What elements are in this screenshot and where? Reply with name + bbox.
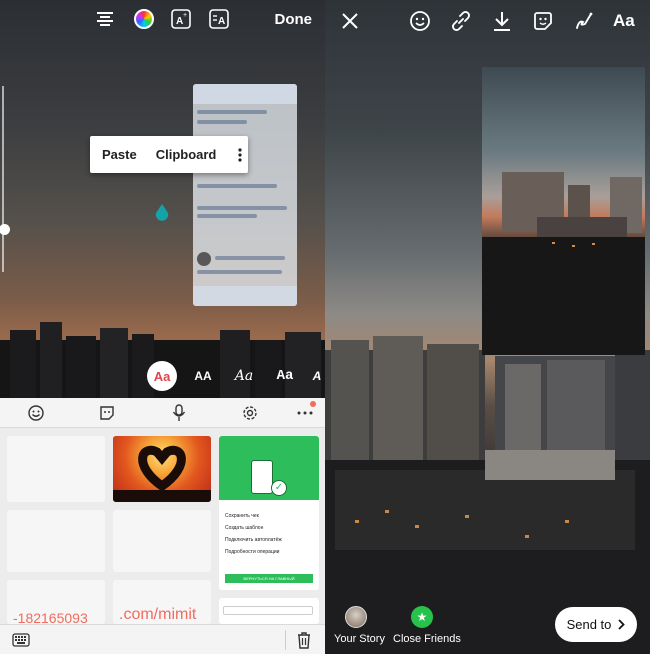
add-text-button[interactable]: Aa bbox=[613, 11, 635, 31]
svg-text:+: + bbox=[183, 12, 187, 19]
clipboard-item-text[interactable]: .com/mimit bbox=[113, 580, 211, 624]
send-to-label: Send to bbox=[566, 617, 612, 632]
sticker-face-icon[interactable] bbox=[409, 10, 431, 32]
keyboard-icon[interactable] bbox=[12, 633, 30, 647]
text-align-icon[interactable] bbox=[95, 8, 115, 30]
text-style-script[interactable]: Aa bbox=[229, 361, 259, 391]
emoji-icon[interactable] bbox=[27, 404, 45, 422]
chevron-right-icon bbox=[618, 619, 626, 630]
clipboard-item[interactable] bbox=[113, 510, 211, 572]
clipboard-item[interactable] bbox=[7, 510, 105, 572]
clipboard-item-heart-photo[interactable] bbox=[113, 436, 211, 502]
app-screenshot-text: ВЕРНУТЬСЯ НА ГЛАВНЫЙ bbox=[225, 574, 313, 583]
close-friends-label[interactable]: Close Friends bbox=[393, 633, 461, 645]
keyboard-clipboard-panel: ✓ Сохранить чек Создать шаблон Подключит… bbox=[0, 398, 325, 654]
text-cursor-handle[interactable] bbox=[155, 204, 169, 222]
keyboard-toolbar bbox=[0, 398, 325, 428]
clipboard-text: -182165093 bbox=[13, 610, 88, 624]
clipboard-item-screenshot[interactable] bbox=[219, 598, 319, 624]
app-screenshot-text: Подключить автоплатёж bbox=[225, 537, 282, 543]
text-style-selector: Aa AA Aa Aa A bbox=[147, 361, 323, 391]
photo-sticker[interactable] bbox=[482, 67, 645, 355]
draw-scribble-icon[interactable] bbox=[573, 10, 595, 32]
paste-popup-menu: Paste Clipboard bbox=[90, 136, 248, 173]
text-style-typewriter[interactable]: Aa bbox=[270, 361, 300, 391]
clipboard-menu-item[interactable]: Clipboard bbox=[156, 147, 217, 162]
text-size-slider[interactable] bbox=[2, 86, 4, 272]
sticker-icon[interactable] bbox=[532, 10, 554, 32]
heart-hands-icon bbox=[113, 445, 211, 502]
more-options-icon[interactable] bbox=[238, 147, 242, 162]
trash-icon[interactable] bbox=[296, 631, 312, 649]
paste-menu-item[interactable]: Paste bbox=[102, 147, 137, 162]
link-icon[interactable] bbox=[450, 10, 472, 32]
clipboard-item-text[interactable]: -182165093 bbox=[7, 580, 105, 624]
app-screenshot-text: Сохранить чек bbox=[225, 513, 259, 519]
sticker-icon[interactable] bbox=[98, 404, 116, 422]
text-style-strong[interactable]: A bbox=[311, 361, 323, 391]
keyboard-bottom-bar bbox=[0, 624, 325, 654]
color-wheel-icon bbox=[134, 9, 154, 29]
text-style-classic[interactable]: Aa bbox=[147, 361, 177, 391]
your-story-label[interactable]: Your Story bbox=[334, 633, 385, 645]
story-preview-panel: Aa Your Story ★ Close Friends Send to bbox=[325, 0, 650, 654]
send-to-button[interactable]: Send to bbox=[555, 607, 637, 642]
text-effect-icon[interactable]: A + bbox=[170, 8, 192, 30]
download-icon[interactable] bbox=[491, 10, 513, 32]
your-story-avatar[interactable] bbox=[345, 606, 367, 628]
text-background-icon[interactable]: A bbox=[208, 8, 230, 30]
settings-gear-icon[interactable] bbox=[241, 404, 259, 422]
clipboard-text: .com/mimit bbox=[119, 606, 197, 623]
sticker-skyline bbox=[482, 172, 645, 355]
close-icon[interactable] bbox=[339, 10, 361, 32]
city-buildings bbox=[325, 336, 650, 654]
pasted-screenshot-sticker[interactable] bbox=[193, 84, 297, 306]
text-style-modern[interactable]: AA bbox=[188, 361, 218, 391]
color-picker-button[interactable] bbox=[133, 8, 155, 30]
notification-dot bbox=[310, 401, 316, 407]
done-button[interactable]: Done bbox=[275, 11, 313, 28]
svg-text:A: A bbox=[218, 16, 225, 27]
clipboard-item-app-screenshot[interactable]: ✓ Сохранить чек Создать шаблон Подключит… bbox=[219, 436, 319, 590]
app-screenshot-text: Подробности операции bbox=[225, 549, 280, 555]
story-text-editor-panel: A+ A Done Paste Clipboard Aa AA Aa Aa A bbox=[0, 0, 325, 654]
app-screenshot-options: Сохранить чек Создать шаблон Подключить … bbox=[225, 510, 282, 558]
app-screenshot-text: Создать шаблон bbox=[225, 525, 264, 531]
microphone-icon[interactable] bbox=[170, 404, 188, 422]
clipboard-item[interactable] bbox=[7, 436, 105, 502]
close-friends-star-icon[interactable]: ★ bbox=[411, 606, 433, 628]
